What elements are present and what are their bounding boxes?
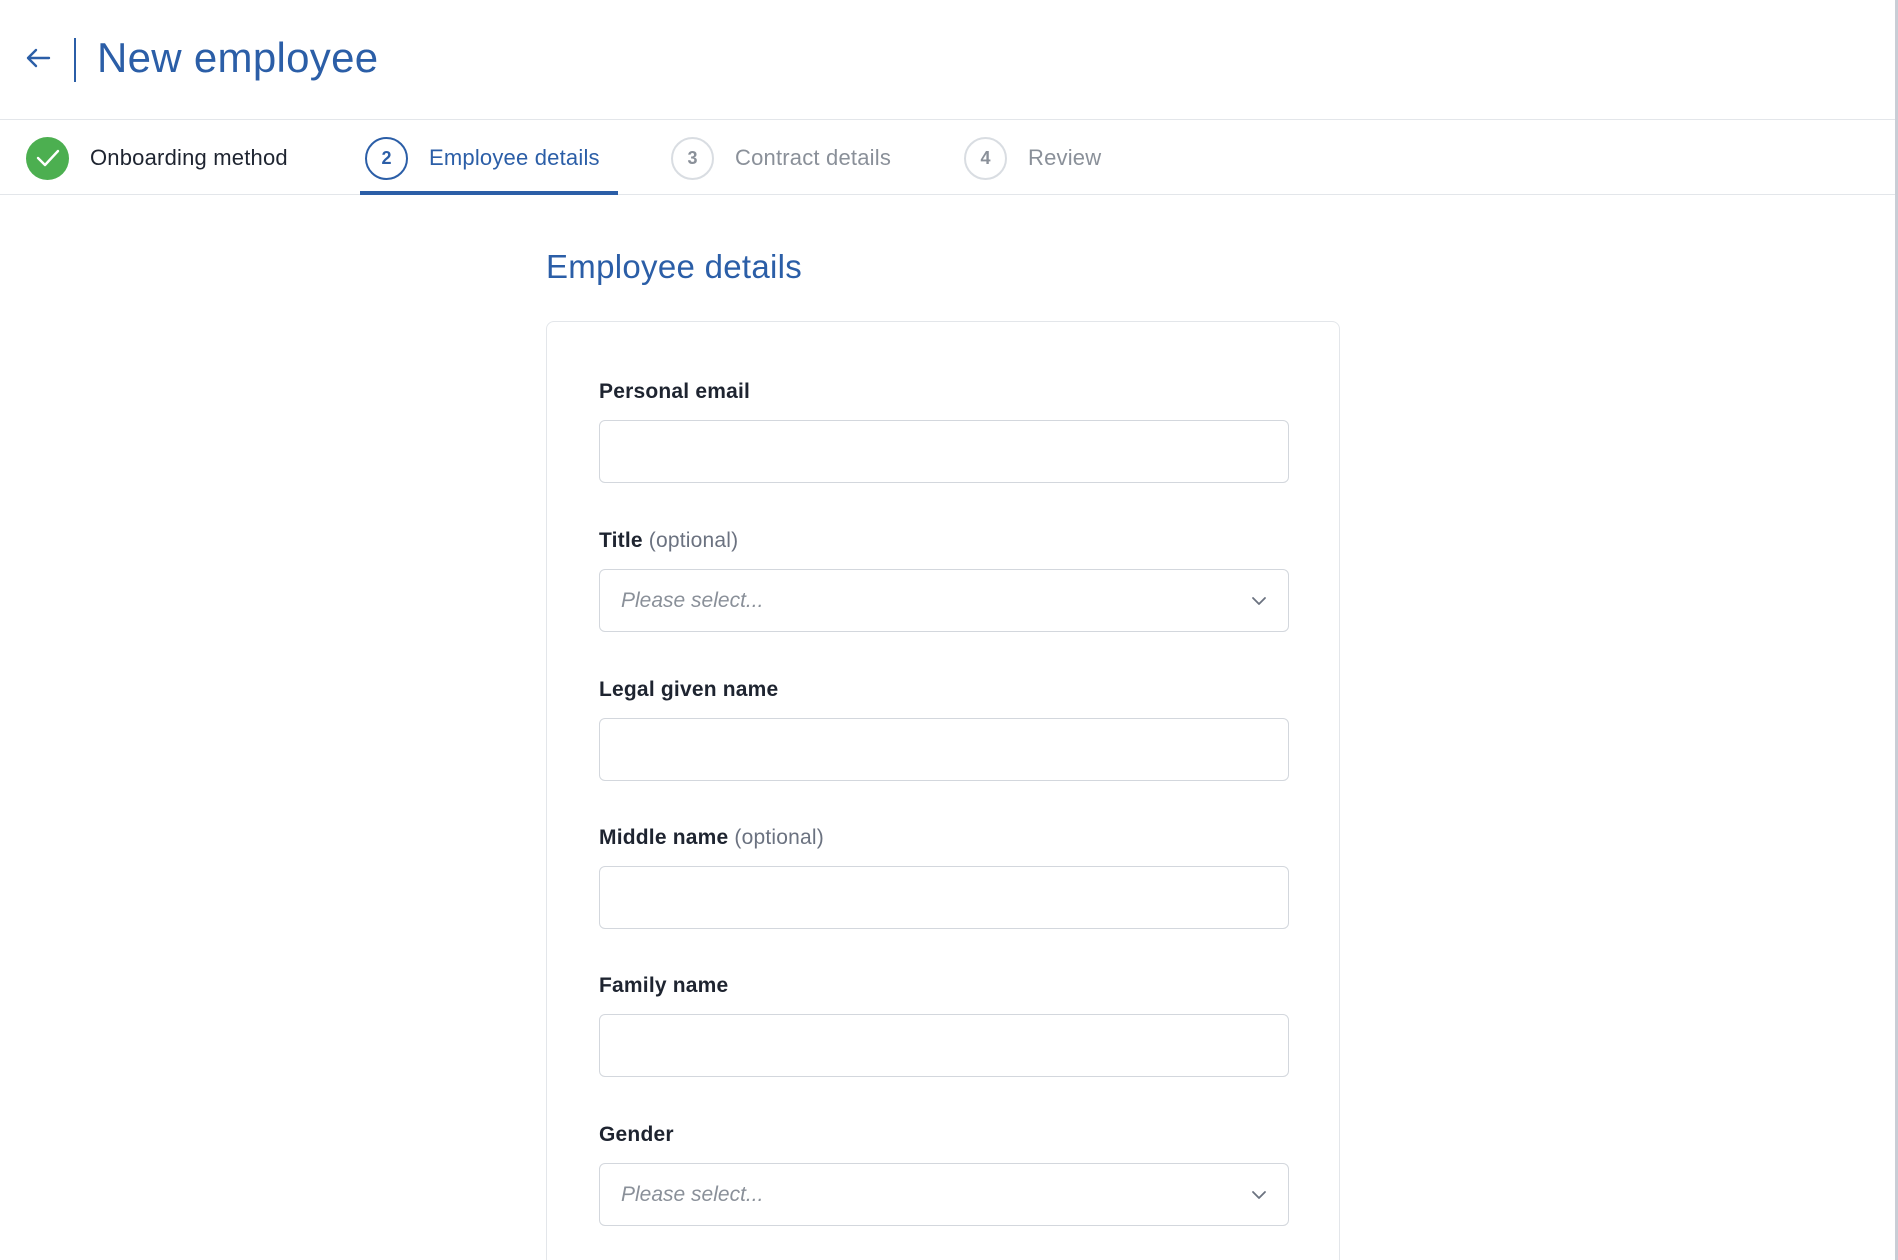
step-onboarding-method[interactable]: Onboarding method xyxy=(26,121,288,195)
gender-field: Gender Please select... xyxy=(599,1121,1289,1226)
step-label: Review xyxy=(1028,145,1102,170)
step-contract-details[interactable]: 3 Contract details xyxy=(671,121,891,195)
family-name-field: Family name xyxy=(599,972,1289,1077)
field-label: Gender xyxy=(599,1123,674,1146)
personal-email-field: Personal email xyxy=(599,378,1289,483)
step-label: Onboarding method xyxy=(90,145,288,170)
employee-details-form: Personal email Title (optional) Please se… xyxy=(546,321,1340,1260)
legal-given-name-input[interactable] xyxy=(599,718,1289,781)
select-placeholder: Please select... xyxy=(621,588,764,612)
step-employee-details[interactable]: 2 Employee details xyxy=(365,121,600,195)
new-employee-page: New employee Onboarding method 2 Employe… xyxy=(0,0,1898,1260)
chevron-down-icon xyxy=(1248,590,1270,612)
step-number: 2 xyxy=(365,136,408,180)
header-divider xyxy=(74,38,76,82)
active-step-underline xyxy=(360,191,618,195)
chevron-down-icon xyxy=(1248,1184,1270,1206)
select-placeholder: Please select... xyxy=(621,1182,764,1206)
checkmark-icon xyxy=(36,149,59,167)
middle-name-input[interactable] xyxy=(599,866,1289,929)
field-label: Legal given name xyxy=(599,678,779,701)
gender-select[interactable]: Please select... xyxy=(599,1163,1289,1226)
step-label: Employee details xyxy=(429,145,600,170)
progress-stepper: Onboarding method 2 Employee details 3 C… xyxy=(0,121,1895,195)
personal-email-input[interactable] xyxy=(599,420,1289,483)
title-field: Title (optional) Please select... xyxy=(599,527,1289,632)
page-title: New employee xyxy=(97,34,379,81)
field-label: Middle name (optional) xyxy=(599,826,824,849)
family-name-input[interactable] xyxy=(599,1014,1289,1077)
section-title: Employee details xyxy=(546,248,803,285)
step-complete-badge xyxy=(26,136,69,180)
back-button[interactable] xyxy=(20,40,56,76)
field-label: Family name xyxy=(599,974,729,997)
step-number: 3 xyxy=(671,136,714,180)
step-label: Contract details xyxy=(735,145,892,170)
step-number: 4 xyxy=(964,136,1007,180)
arrow-left-icon xyxy=(26,48,51,68)
field-label: Personal email xyxy=(599,380,751,403)
field-label: Title (optional) xyxy=(599,529,739,552)
page-header: New employee xyxy=(0,0,1895,120)
middle-name-field: Middle name (optional) xyxy=(599,824,1289,929)
title-select[interactable]: Please select... xyxy=(599,569,1289,632)
legal-given-name-field: Legal given name xyxy=(599,676,1289,781)
step-review[interactable]: 4 Review xyxy=(964,121,1101,195)
